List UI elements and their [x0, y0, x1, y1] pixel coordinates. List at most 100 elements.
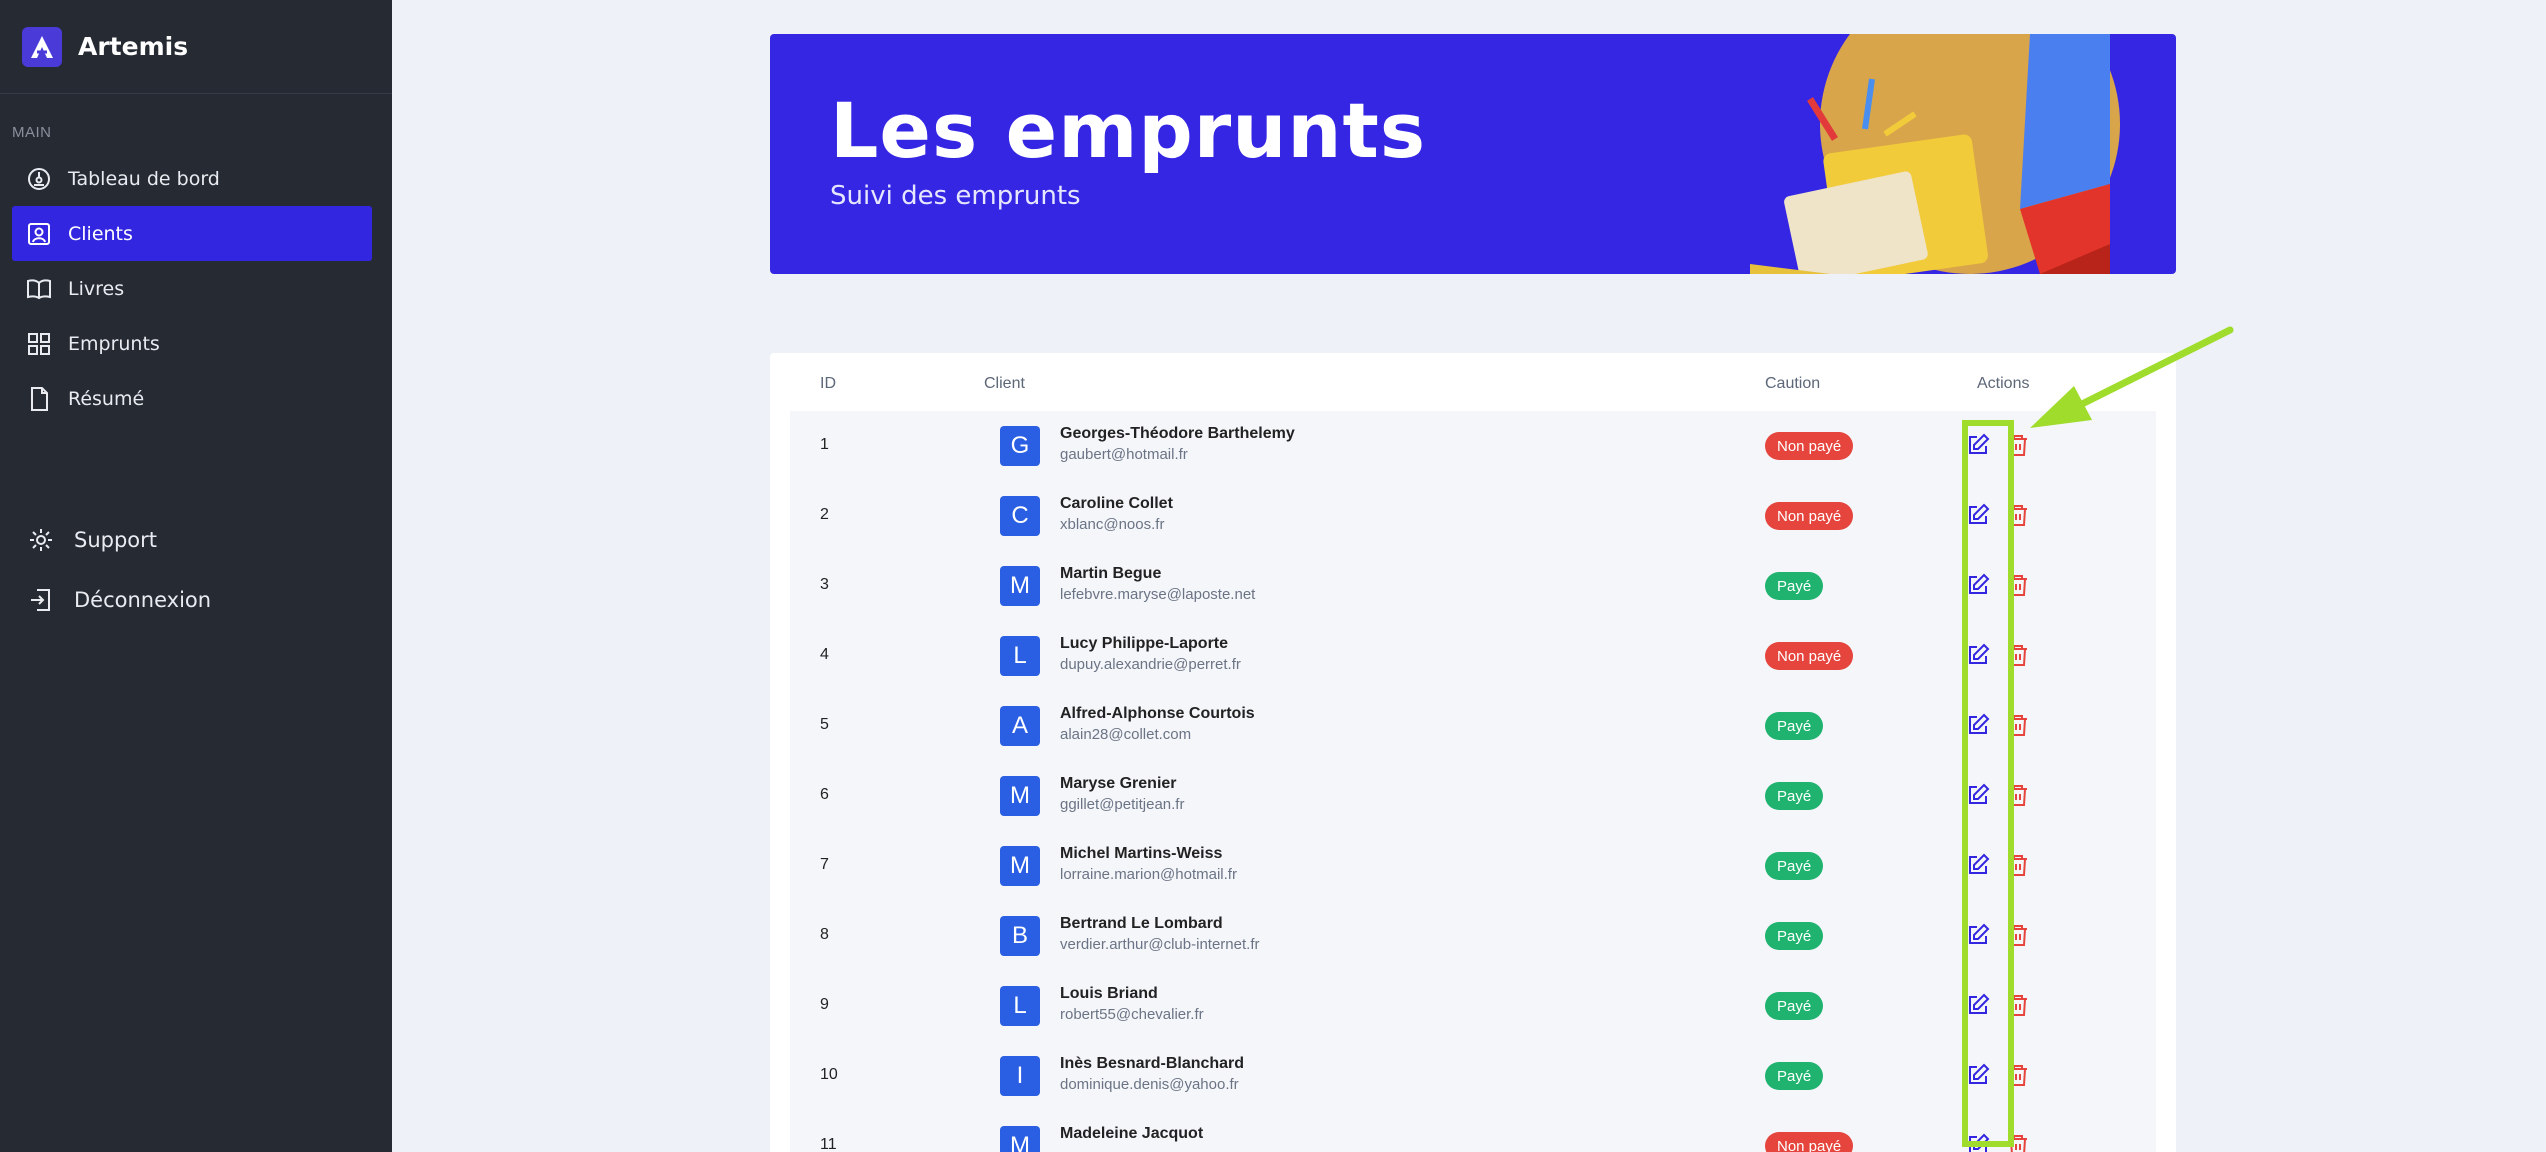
sidebar-item-emprunts[interactable]: Emprunts: [12, 316, 372, 371]
brand-logo-icon: [22, 26, 62, 67]
avatar: L: [1000, 636, 1040, 676]
page-subtitle: Suivi des emprunts: [830, 181, 1081, 211]
client-email: dupuy.alexandrie@perret.fr: [1060, 656, 1241, 673]
client-email: lorraine.marion@hotmail.fr: [1060, 866, 1237, 883]
sidebar-item-label: Déconnexion: [74, 588, 212, 612]
client-name[interactable]: Inès Besnard-Blanchard: [1060, 1055, 1244, 1073]
client-name[interactable]: Alfred-Alphonse Courtois: [1060, 705, 1255, 723]
client-email: lefebvre.maryse@laposte.net: [1060, 586, 1256, 603]
client-name[interactable]: Bertrand Le Lombard: [1060, 915, 1223, 933]
status-badge: Non payé: [1765, 502, 1854, 530]
status-badge: Payé: [1765, 1062, 1824, 1090]
sidebar-item-label: Support: [74, 528, 158, 552]
row-id: 3: [820, 576, 829, 593]
sidebar: Artemis MAIN Tableau de bord Clients Liv…: [0, 0, 392, 1152]
client-name[interactable]: Caroline Collet: [1060, 495, 1173, 513]
sidebar-item-label: Tableau de bord: [68, 167, 220, 190]
status-badge: Payé: [1765, 992, 1824, 1020]
column-header-caution: Caution: [1765, 375, 1821, 392]
row-id: 6: [820, 786, 829, 803]
arrow-icon: [2030, 326, 2234, 428]
hero-illustration: [1750, 34, 2120, 274]
dashboard-icon: [28, 167, 50, 190]
client-email: gaubert@hotmail.fr: [1060, 446, 1188, 463]
client-name[interactable]: Georges-Théodore Barthelemy: [1060, 425, 1295, 443]
sidebar-item-label: Résumé: [68, 387, 145, 410]
status-badge: Payé: [1765, 852, 1824, 880]
sidebar-item-support[interactable]: Support: [12, 510, 372, 570]
gear-icon: [30, 529, 52, 551]
avatar: A: [1000, 706, 1040, 746]
brand-name: Artemis: [78, 32, 189, 61]
status-badge: Payé: [1765, 782, 1824, 810]
client-email: verdier.arthur@club-internet.fr: [1060, 936, 1260, 953]
status-badge: Payé: [1765, 712, 1824, 740]
client-email: robert55@chevalier.fr: [1060, 1006, 1204, 1023]
sidebar-item-resume[interactable]: Résumé: [12, 371, 372, 426]
client-name[interactable]: Madeleine Jacquot: [1060, 1125, 1203, 1143]
client-name[interactable]: Lucy Philippe-Laporte: [1060, 635, 1228, 653]
client-email: ggillet@petitjean.fr: [1060, 796, 1185, 813]
row-id: 2: [820, 506, 829, 523]
status-badge: Non payé: [1765, 432, 1854, 460]
table-row: 7 M Michel Martins-Weiss lorraine.marion…: [790, 831, 2156, 901]
sidebar-item-label: Clients: [68, 222, 133, 245]
row-id: 7: [820, 856, 829, 873]
client-email: dominique.denis@yahoo.fr: [1060, 1076, 1239, 1093]
page-title: Les emprunts: [830, 86, 1427, 175]
avatar: M: [1000, 846, 1040, 886]
secondary-nav: Support Déconnexion: [0, 510, 392, 630]
column-header-id: ID: [820, 375, 836, 392]
sidebar-item-deconnexion[interactable]: Déconnexion: [12, 570, 372, 630]
sidebar-item-dashboard[interactable]: Tableau de bord: [12, 151, 372, 206]
row-id: 11: [820, 1136, 837, 1152]
brand[interactable]: Artemis: [0, 0, 392, 94]
client-name[interactable]: Martin Begue: [1060, 565, 1161, 583]
sidebar-item-label: Emprunts: [68, 332, 160, 355]
avatar: M: [1000, 566, 1040, 606]
highlight-box: [1962, 420, 2014, 1147]
avatar: B: [1000, 916, 1040, 956]
table-row: 3 M Martin Begue lefebvre.maryse@laposte…: [790, 551, 2156, 621]
nav-section-label: MAIN: [12, 124, 52, 141]
table-row: 1 G Georges-Théodore Barthelemy gaubert@…: [790, 411, 2156, 481]
table-row: 2 C Caroline Collet xblanc@noos.fr Non p…: [790, 481, 2156, 551]
main-nav: Tableau de bord Clients Livres Emprunts …: [0, 151, 392, 426]
client-name[interactable]: Maryse Grenier: [1060, 775, 1177, 793]
client-email: xblanc@noos.fr: [1060, 516, 1165, 533]
hero-banner: Les emprunts Suivi des emprunts: [770, 34, 2176, 274]
row-id: 4: [820, 646, 829, 663]
table-row: 4 L Lucy Philippe-Laporte dupuy.alexandr…: [790, 621, 2156, 691]
sidebar-item-livres[interactable]: Livres: [12, 261, 372, 316]
table-row: 8 B Bertrand Le Lombard verdier.arthur@c…: [790, 901, 2156, 971]
book-icon: [27, 278, 51, 299]
table-body: 1 G Georges-Théodore Barthelemy gaubert@…: [790, 411, 2156, 1152]
row-id: 8: [820, 926, 829, 943]
table-row: 11 M Madeleine Jacquot Non payé: [790, 1111, 2156, 1152]
avatar: M: [1000, 1126, 1040, 1152]
row-id: 9: [820, 996, 829, 1013]
row-id: 10: [820, 1066, 838, 1083]
client-name[interactable]: Michel Martins-Weiss: [1060, 845, 1222, 863]
avatar: M: [1000, 776, 1040, 816]
table-row: 6 M Maryse Grenier ggillet@petitjean.fr …: [790, 761, 2156, 831]
client-name[interactable]: Louis Briand: [1060, 985, 1158, 1003]
status-badge: Non payé: [1765, 1132, 1854, 1152]
table-row: 10 I Inès Besnard-Blanchard dominique.de…: [790, 1041, 2156, 1111]
grid-icon: [28, 332, 50, 355]
sidebar-item-label: Livres: [68, 277, 125, 300]
avatar: I: [1000, 1056, 1040, 1096]
avatar: G: [1000, 426, 1040, 466]
document-icon: [31, 386, 48, 411]
row-id: 5: [820, 716, 829, 733]
user-icon: [28, 222, 50, 245]
client-email: alain28@collet.com: [1060, 726, 1192, 743]
logout-icon: [31, 589, 50, 611]
avatar: L: [1000, 986, 1040, 1026]
column-header-client: Client: [984, 375, 1025, 392]
row-id: 1: [820, 436, 829, 453]
table-row: 5 A Alfred-Alphonse Courtois alain28@col…: [790, 691, 2156, 761]
sidebar-item-clients[interactable]: Clients: [12, 206, 372, 261]
table-header: ID Client Caution Actions: [790, 353, 2156, 411]
status-badge: Payé: [1765, 572, 1824, 600]
